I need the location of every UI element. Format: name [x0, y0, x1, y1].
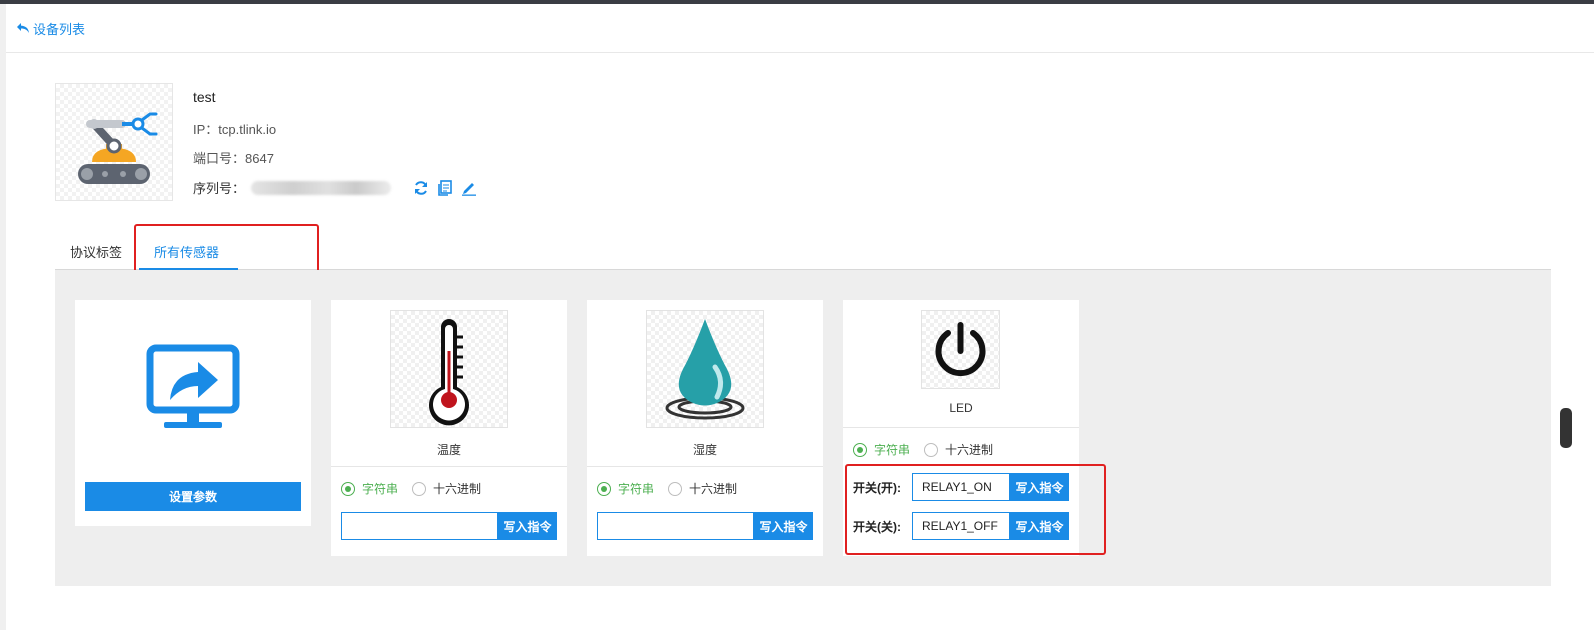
tab-protocol-tags[interactable]: 协议标签: [70, 242, 122, 261]
switch-on-label: 开关(开):: [853, 480, 901, 495]
serial-value-redacted: [251, 180, 392, 195]
card-divider: [843, 427, 1079, 428]
radio-label: 十六进制: [433, 482, 482, 496]
sensor-panel: 设置参数 温度 字符串 十六进制 写入指令 湿度 字符串 十六进制 写入指令 L…: [55, 270, 1551, 586]
robot-arm-image: [78, 112, 158, 184]
share-screen-icon: [146, 344, 240, 428]
switch-on-row: 开关(开): 写入指令: [853, 473, 1069, 501]
serial-label: 序列号：: [193, 181, 246, 196]
temperature-command-input[interactable]: [341, 512, 498, 540]
copy-icon: [438, 179, 452, 196]
led-radio-hex[interactable]: 十六进制: [924, 441, 993, 458]
humidity-encoding-radios: 字符串 十六进制: [597, 480, 751, 497]
tab-bar: 协议标签 所有传感器: [55, 232, 1551, 270]
device-port: 端口号：8647: [193, 148, 274, 167]
switch-on-write-button[interactable]: 写入指令: [1010, 473, 1069, 501]
temperature-card: 温度 字符串 十六进制 写入指令: [331, 300, 567, 556]
left-edge: [0, 4, 6, 630]
humidity-command-input[interactable]: [597, 512, 754, 540]
temperature-command-row: 写入指令: [341, 512, 557, 540]
radio-circle: [597, 481, 611, 496]
humidity-card: 湿度 字符串 十六进制 写入指令: [587, 300, 823, 556]
tab-all-sensors[interactable]: 所有传感器: [154, 242, 219, 261]
switch-off-write-button[interactable]: 写入指令: [1010, 512, 1069, 540]
ip-label: IP：: [193, 122, 219, 137]
device-ip: IP：tcp.tlink.io: [193, 119, 276, 138]
radio-circle: [853, 442, 867, 457]
radio-circle: [341, 481, 355, 496]
refresh-serial-button[interactable]: [413, 180, 429, 196]
radio-circle: [924, 442, 939, 457]
humidity-radio-string[interactable]: 字符串: [597, 480, 654, 497]
humidity-image: [646, 310, 764, 428]
switch-off-label: 开关(关):: [853, 519, 901, 534]
temperature-encoding-radios: 字符串 十六进制: [341, 480, 495, 497]
refresh-icon: [415, 180, 428, 195]
humidity-radio-hex[interactable]: 十六进制: [668, 480, 737, 497]
settings-card: 设置参数: [75, 300, 311, 526]
device-image: [55, 83, 173, 201]
temperature-image: [390, 310, 508, 428]
power-icon: [935, 322, 986, 377]
device-serial: 序列号：: [193, 178, 477, 197]
radio-label: 字符串: [874, 443, 911, 457]
radio-circle: [412, 481, 427, 496]
edit-serial-button[interactable]: [461, 180, 477, 196]
led-card: LED 字符串 十六进制 开关(开): 写入指令 开关(关): 写入指令: [843, 300, 1079, 556]
port-value: 8647: [245, 151, 274, 166]
humidity-command-row: 写入指令: [597, 512, 813, 540]
thermometer-icon: [429, 319, 469, 426]
switch-off-row: 开关(关): 写入指令: [853, 512, 1069, 540]
humidity-name: 湿度: [692, 443, 717, 457]
ip-value: tcp.tlink.io: [218, 122, 277, 137]
temperature-name: 温度: [436, 443, 461, 457]
led-image: [921, 310, 1000, 389]
copy-serial-button[interactable]: [438, 179, 452, 196]
device-name: test: [193, 89, 216, 105]
side-scroll-handle[interactable]: [1560, 408, 1572, 448]
set-params-button[interactable]: 设置参数: [85, 482, 301, 511]
temperature-radio-hex[interactable]: 十六进制: [412, 480, 481, 497]
water-drop-icon: [665, 319, 745, 420]
back-to-device-list-link[interactable]: 设备列表: [16, 19, 85, 37]
back-link-label: 设备列表: [33, 21, 86, 37]
radio-label: 十六进制: [945, 443, 994, 457]
led-name: LED: [949, 401, 973, 415]
back-arrow-icon: [17, 23, 29, 33]
radio-label: 字符串: [362, 482, 399, 496]
temperature-radio-string[interactable]: 字符串: [341, 480, 398, 497]
temperature-write-button[interactable]: 写入指令: [498, 512, 557, 540]
header-divider: [6, 52, 1594, 53]
top-bar: [0, 0, 1594, 4]
led-encoding-radios: 字符串 十六进制: [853, 441, 1007, 458]
card-divider: [331, 466, 567, 467]
humidity-write-button[interactable]: 写入指令: [754, 512, 813, 540]
radio-label: 字符串: [618, 482, 655, 496]
radio-label: 十六进制: [689, 482, 738, 496]
led-radio-string[interactable]: 字符串: [853, 441, 910, 458]
switch-off-input[interactable]: [912, 512, 1010, 540]
edit-icon: [462, 182, 477, 196]
radio-circle: [668, 481, 683, 496]
port-label: 端口号：: [193, 151, 246, 166]
card-divider: [587, 466, 823, 467]
switch-on-input[interactable]: [912, 473, 1010, 501]
